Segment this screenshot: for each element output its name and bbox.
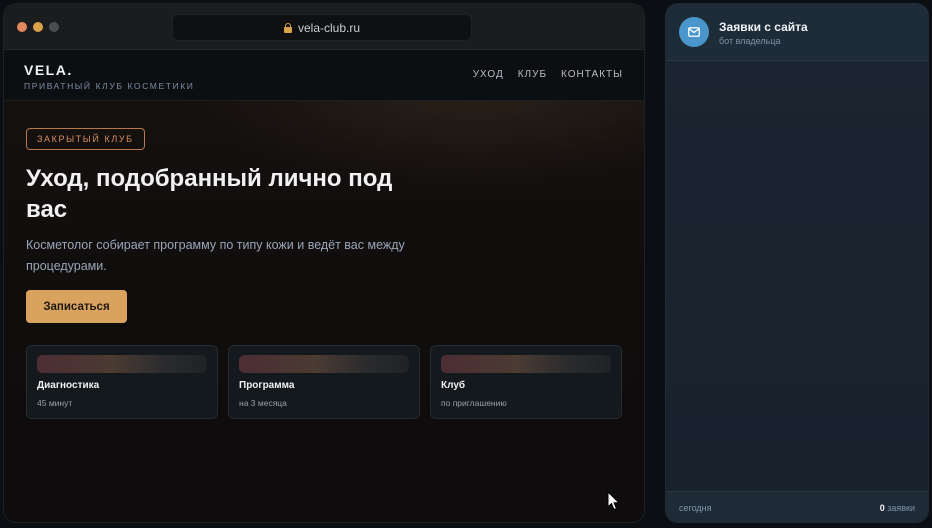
- footer-date: сегодня: [679, 503, 712, 513]
- close-window-button[interactable]: [17, 22, 27, 32]
- site-nav: УХОД КЛУБ КОНТАКТЫ: [473, 69, 623, 80]
- card-title: Программа: [239, 380, 295, 391]
- maximize-window-button[interactable]: [49, 22, 59, 32]
- chat-messages-area[interactable]: [666, 61, 928, 491]
- lock-icon: [283, 23, 292, 33]
- card-subtitle: по приглашению: [441, 398, 507, 408]
- brand[interactable]: VELA. ПРИВАТНЫЙ КЛУБ КОСМЕТИКИ: [24, 62, 195, 91]
- site-header: VELA. ПРИВАТНЫЙ КЛУБ КОСМЕТИКИ УХОД КЛУБ…: [4, 50, 644, 101]
- browser-window: vela-club.ru VELA. ПРИВАТНЫЙ КЛУБ КОСМЕТ…: [4, 4, 644, 522]
- nav-link-club[interactable]: КЛУБ: [518, 69, 547, 80]
- chat-title: Заявки с сайта: [719, 20, 808, 34]
- nav-link-care[interactable]: УХОД: [473, 69, 504, 80]
- feature-card-program[interactable]: Программа на 3 месяца: [228, 345, 420, 419]
- card-subtitle: на 3 месяца: [239, 398, 287, 408]
- chat-header[interactable]: Заявки с сайта бот владельца: [666, 4, 928, 61]
- minimize-window-button[interactable]: [33, 22, 43, 32]
- address-bar-url: vela-club.ru: [297, 20, 361, 35]
- address-bar[interactable]: vela-club.ru: [172, 14, 472, 41]
- mouse-cursor-icon: [607, 491, 621, 511]
- nav-link-contacts[interactable]: КОНТАКТЫ: [561, 69, 623, 80]
- brand-logo: VELA.: [24, 62, 73, 78]
- mail-icon: [688, 27, 700, 37]
- card-subtitle: 45 минут: [37, 398, 73, 408]
- card-title: Диагностика: [37, 380, 100, 391]
- sign-up-button[interactable]: Записаться: [26, 290, 127, 323]
- card-image-placeholder: [37, 355, 207, 373]
- feature-card-club[interactable]: Клуб по приглашению: [430, 345, 622, 419]
- card-image-placeholder: [441, 355, 611, 373]
- website: VELA. ПРИВАТНЫЙ КЛУБ КОСМЕТИКИ УХОД КЛУБ…: [4, 50, 644, 522]
- requests-count: 0: [879, 503, 885, 513]
- card-image-placeholder: [239, 355, 409, 373]
- card-title: Клуб: [441, 380, 466, 391]
- chat-footer: сегодня 0 заявки: [666, 491, 928, 522]
- requests-counter: 0 заявки: [880, 503, 915, 513]
- feature-card-diagnostics[interactable]: Диагностика 45 минут: [26, 345, 218, 419]
- closed-club-badge: ЗАКРЫТЫЙ КЛУБ: [26, 128, 145, 150]
- hero-title: Уход, подобранный лично под вас: [26, 165, 393, 223]
- hero-description: Косметолог собирает программу по типу ко…: [26, 238, 405, 273]
- bot-avatar: [679, 17, 709, 47]
- requests-count-label: заявки: [887, 503, 915, 513]
- chat-subtitle: бот владельца: [719, 36, 781, 46]
- browser-titlebar: vela-club.ru: [4, 4, 644, 50]
- requests-chat-panel: Заявки с сайта бот владельца сегодня 0 з…: [666, 4, 928, 522]
- brand-tagline: ПРИВАТНЫЙ КЛУБ КОСМЕТИКИ: [24, 81, 195, 91]
